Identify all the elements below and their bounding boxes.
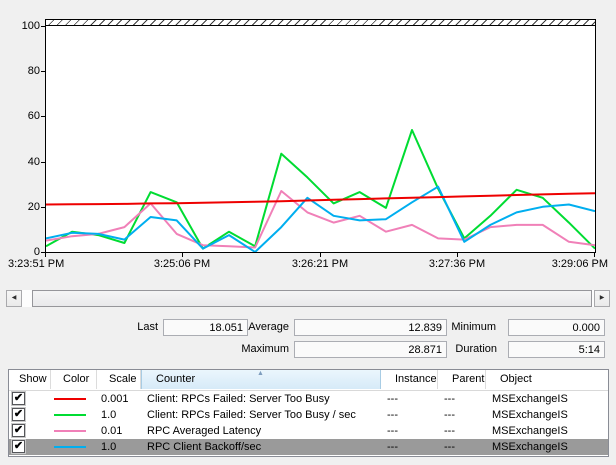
column-header-show[interactable]: Show (9, 370, 51, 389)
instance-value: --- (387, 409, 398, 421)
show-checkbox[interactable]: ✔ (12, 424, 25, 437)
column-header-parent[interactable]: Parent (438, 370, 486, 389)
color-swatch (54, 430, 86, 432)
column-header-counter-label: Counter (156, 373, 196, 385)
y-axis-label: 0 (33, 246, 40, 258)
x-axis-tick (594, 253, 595, 257)
y-axis-tick (41, 162, 45, 163)
counter-row[interactable]: ✔ 0.001 Client: RPCs Failed: Server Too Bu… (9, 391, 608, 407)
counter-table-header: Show Color Scale ▲ Counter Instance Paren… (9, 370, 608, 391)
show-checkbox[interactable]: ✔ (12, 440, 25, 453)
chart-plot (46, 129, 595, 252)
counter-name: Client: RPCs Failed: Server Too Busy (147, 393, 330, 405)
y-axis-tick (41, 116, 45, 117)
minimum-value: 0.000 (508, 319, 605, 336)
scale-value: 1.0 (101, 441, 117, 453)
maximum-label: Maximum (241, 343, 289, 355)
object-value: MSExchangeIS (492, 441, 568, 453)
x-axis-label: 3:29:06 PM (551, 258, 608, 270)
parent-value: --- (444, 425, 455, 437)
x-axis-label: 3:23:51 PM (8, 258, 65, 270)
time-range-scrollbar[interactable]: ◀ ▶ (6, 290, 610, 307)
average-value: 12.839 (294, 319, 447, 336)
counter-table: Show Color Scale ▲ Counter Instance Paren… (8, 369, 609, 457)
scale-value: 0.01 (101, 425, 123, 437)
duration-value: 5:14 (508, 341, 605, 358)
color-swatch (54, 446, 86, 448)
series-line (46, 185, 595, 252)
parent-value: --- (444, 393, 455, 405)
instance-value: --- (387, 425, 398, 437)
x-axis-tick (457, 253, 458, 257)
x-axis-tick (320, 253, 321, 257)
scale-value: 0.001 (101, 393, 129, 405)
y-axis-tick (41, 26, 45, 27)
column-header-scale[interactable]: Scale (97, 370, 141, 389)
scroll-right-icon: ▶ (599, 295, 605, 301)
performance-monitor-graph-panel: 100 80 60 40 20 0 3:23:51 PM 3:25:06 PM … (0, 0, 616, 465)
counter-row[interactable]: ✔ 1.0 RPC Client Backoff/sec --- --- MSExchan… (9, 439, 608, 455)
counter-row[interactable]: ✔ 0.01 RPC Averaged Latency --- --- MSExchang… (9, 423, 608, 439)
scale-value: 1.0 (101, 409, 117, 421)
y-axis-label: 80 (27, 65, 40, 77)
object-value: MSExchangeIS (492, 425, 568, 437)
object-value: MSExchangeIS (492, 393, 568, 405)
counter-name: RPC Client Backoff/sec (147, 441, 262, 453)
instance-value: --- (387, 393, 398, 405)
show-checkbox[interactable]: ✔ (12, 392, 25, 405)
column-header-object[interactable]: Object (486, 370, 606, 389)
x-axis-label: 3:26:21 PM (291, 258, 349, 270)
x-axis-tick (182, 253, 183, 257)
scrollbar-thumb[interactable] (32, 290, 592, 307)
counter-name: RPC Averaged Latency (147, 425, 262, 437)
scrollbar-left-button[interactable]: ◀ (6, 290, 22, 307)
object-value: MSExchangeIS (492, 409, 568, 421)
parent-value: --- (444, 441, 455, 453)
x-axis-label: 3:25:06 PM (153, 258, 211, 270)
y-axis-label: 40 (27, 156, 40, 168)
counter-name: Client: RPCs Failed: Server Too Busy / s… (147, 409, 356, 421)
y-axis-label: 60 (27, 110, 40, 122)
counter-rows: ✔ 0.001 Client: RPCs Failed: Server Too Bu… (9, 391, 608, 455)
chart-top-hatch (45, 19, 596, 26)
minimum-label: Minimum (451, 321, 496, 333)
instance-value: --- (387, 441, 398, 453)
show-checkbox[interactable]: ✔ (12, 408, 25, 421)
duration-label: Duration (455, 343, 497, 355)
scroll-left-icon: ◀ (11, 295, 17, 301)
x-axis-tick (45, 253, 46, 257)
series-line (46, 192, 595, 206)
column-header-counter[interactable]: ▲ Counter (141, 370, 381, 389)
column-header-color[interactable]: Color (51, 370, 97, 389)
maximum-value: 28.871 (294, 341, 447, 358)
column-header-instance[interactable]: Instance (381, 370, 438, 389)
y-axis-tick (41, 71, 45, 72)
sort-ascending-icon: ▲ (257, 370, 264, 377)
average-label: Average (248, 321, 289, 333)
series-line (46, 129, 595, 250)
chart-plot-area (45, 26, 596, 253)
scrollbar-right-button[interactable]: ▶ (594, 290, 610, 307)
y-axis-tick (41, 207, 45, 208)
counter-row[interactable]: ✔ 1.0 Client: RPCs Failed: Server Too Busy… (9, 407, 608, 423)
y-axis-label: 20 (27, 201, 40, 213)
x-axis-label: 3:27:36 PM (428, 258, 486, 270)
parent-value: --- (444, 409, 455, 421)
color-swatch (54, 398, 86, 400)
y-axis-label: 100 (21, 20, 40, 32)
color-swatch (54, 414, 86, 416)
last-label: Last (137, 321, 158, 333)
